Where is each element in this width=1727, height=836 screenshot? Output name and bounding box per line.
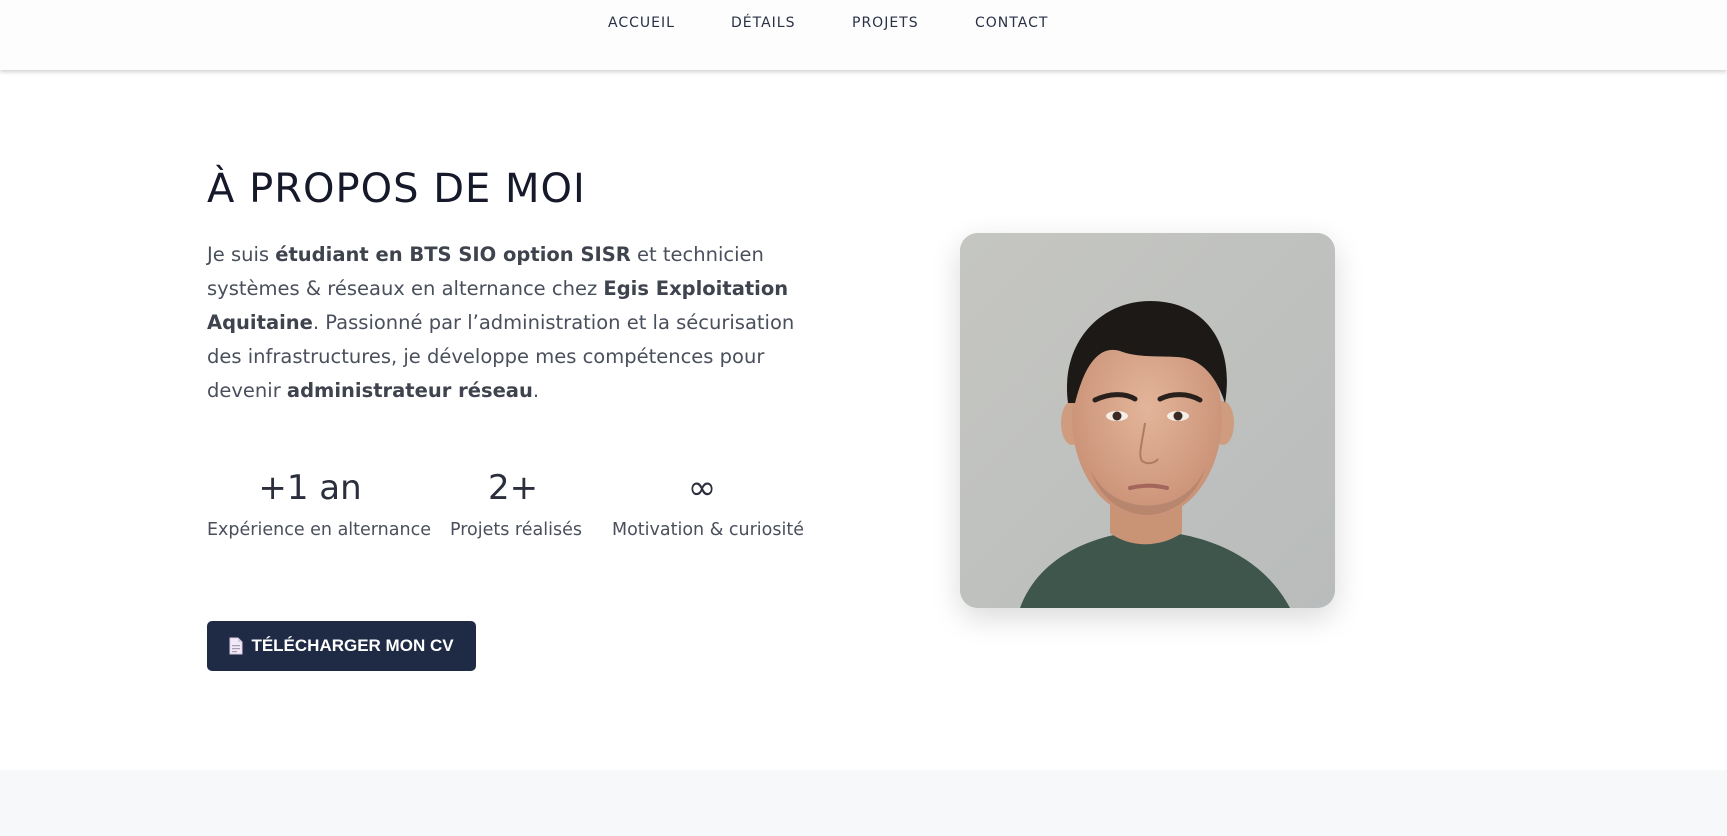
bio-text-1: Je suis — [207, 243, 276, 266]
nav-link-contact[interactable]: CONTACT — [975, 15, 1048, 31]
nav-link-details[interactable]: DÉTAILS — [731, 15, 795, 31]
download-cv-label: TÉLÉCHARGER MON CV — [251, 636, 454, 655]
download-cv-button[interactable]: TÉLÉCHARGER MON CV — [207, 621, 476, 671]
bio-text-4: . — [532, 379, 540, 402]
nav-link-projets[interactable]: PROJETS — [852, 15, 919, 31]
about-section: À PROPOS DE MOI Je suis étudiant en BTS … — [0, 70, 1727, 770]
section-title: À PROPOS DE MOI — [207, 166, 586, 212]
nav-link-accueil[interactable]: ACCUEIL — [608, 15, 675, 31]
stat-motivation-value: ∞ — [687, 468, 717, 508]
stat-projects-value: 2+ — [487, 468, 539, 508]
next-section — [0, 770, 1727, 836]
stat-projects-label: Projets réalisés — [450, 520, 582, 540]
bio-paragraph: Je suis étudiant en BTS SIO option SISR … — [207, 238, 817, 408]
bio-highlight-goal: administrateur réseau — [286, 379, 533, 402]
stat-experience-value: +1 an — [258, 468, 362, 508]
navbar: ACCUEIL DÉTAILS PROJETS CONTACT — [0, 0, 1727, 70]
profile-photo — [960, 233, 1335, 608]
nav-links: ACCUEIL DÉTAILS PROJETS CONTACT — [0, 15, 1727, 35]
stat-motivation-label: Motivation & curiosité — [612, 520, 804, 540]
bio-highlight-diploma: étudiant en BTS SIO option SISR — [275, 243, 631, 266]
document-icon — [229, 637, 243, 655]
stat-experience-label: Expérience en alternance — [207, 520, 431, 540]
